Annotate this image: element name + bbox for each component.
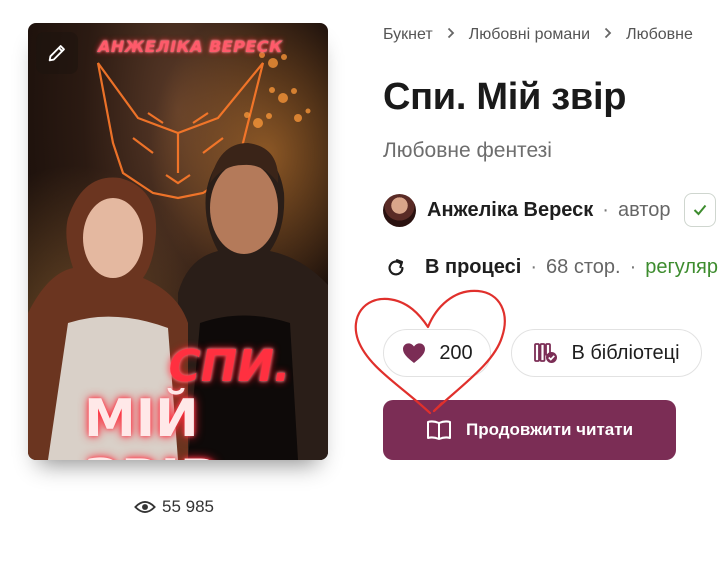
separator-dot: ·: [530, 256, 538, 278]
views-counter: 55 985: [134, 497, 214, 517]
page-count: 68 стор.: [546, 256, 621, 278]
eye-icon: [134, 501, 156, 513]
book-cover-card[interactable]: АНЖЕЛІКА ВЕРЕСК СПИ. МІЙ ЗВІР: [28, 23, 328, 460]
breadcrumb: Букнет Любовні романи Любовне: [383, 26, 693, 44]
like-button[interactable]: 200: [383, 329, 491, 377]
book-genre[interactable]: Любовне фентезі: [383, 139, 552, 163]
refresh-icon: [388, 258, 404, 275]
follow-author-button[interactable]: [684, 193, 717, 227]
library-button[interactable]: В бібліотеці: [511, 329, 702, 377]
status-row: В процесі · 68 стор. · регуляр: [385, 256, 718, 279]
library-label: В бібліотеці: [571, 341, 680, 364]
author-role: автор: [617, 198, 671, 221]
breadcrumb-item-romance[interactable]: Любовні романи: [469, 26, 590, 44]
cover-title-line-1: СПИ.: [163, 341, 296, 392]
heart-icon: [403, 343, 426, 363]
library-check-icon: [534, 343, 558, 363]
author-name[interactable]: Анжеліка Вереск: [427, 199, 593, 222]
chevron-right-icon: [604, 26, 612, 44]
views-count: 55 985: [162, 497, 214, 516]
author-row: Анжеліка Вереск · автор: [383, 193, 717, 227]
book-cover-image[interactable]: АНЖЕЛІКА ВЕРЕСК СПИ. МІЙ ЗВІР: [28, 23, 328, 460]
edit-cover-button[interactable]: [36, 32, 78, 74]
breadcrumb-item-booknet[interactable]: Букнет: [383, 26, 433, 44]
separator-dot: ·: [629, 256, 637, 278]
continue-reading-button[interactable]: Продовжити читати: [383, 400, 676, 460]
like-count: 200: [439, 341, 473, 364]
cover-title-line-2: МІЙ ЗВІР: [84, 389, 218, 460]
cover-author-lettering: АНЖЕЛІКА ВЕРЕСК: [98, 37, 283, 56]
book-title: Спи. Мій звір: [383, 76, 627, 118]
author-avatar[interactable]: [383, 193, 416, 227]
chevron-right-icon: [447, 26, 455, 44]
continue-reading-label: Продовжити читати: [465, 420, 634, 439]
pencil-icon: [48, 45, 65, 62]
status-label: В процесі: [425, 256, 522, 278]
check-icon: [694, 204, 707, 216]
separator-dot: ·: [602, 198, 609, 221]
update-schedule: регуляр: [645, 256, 718, 278]
open-book-icon: [426, 420, 451, 440]
breadcrumb-item-love[interactable]: Любовне: [626, 26, 693, 44]
